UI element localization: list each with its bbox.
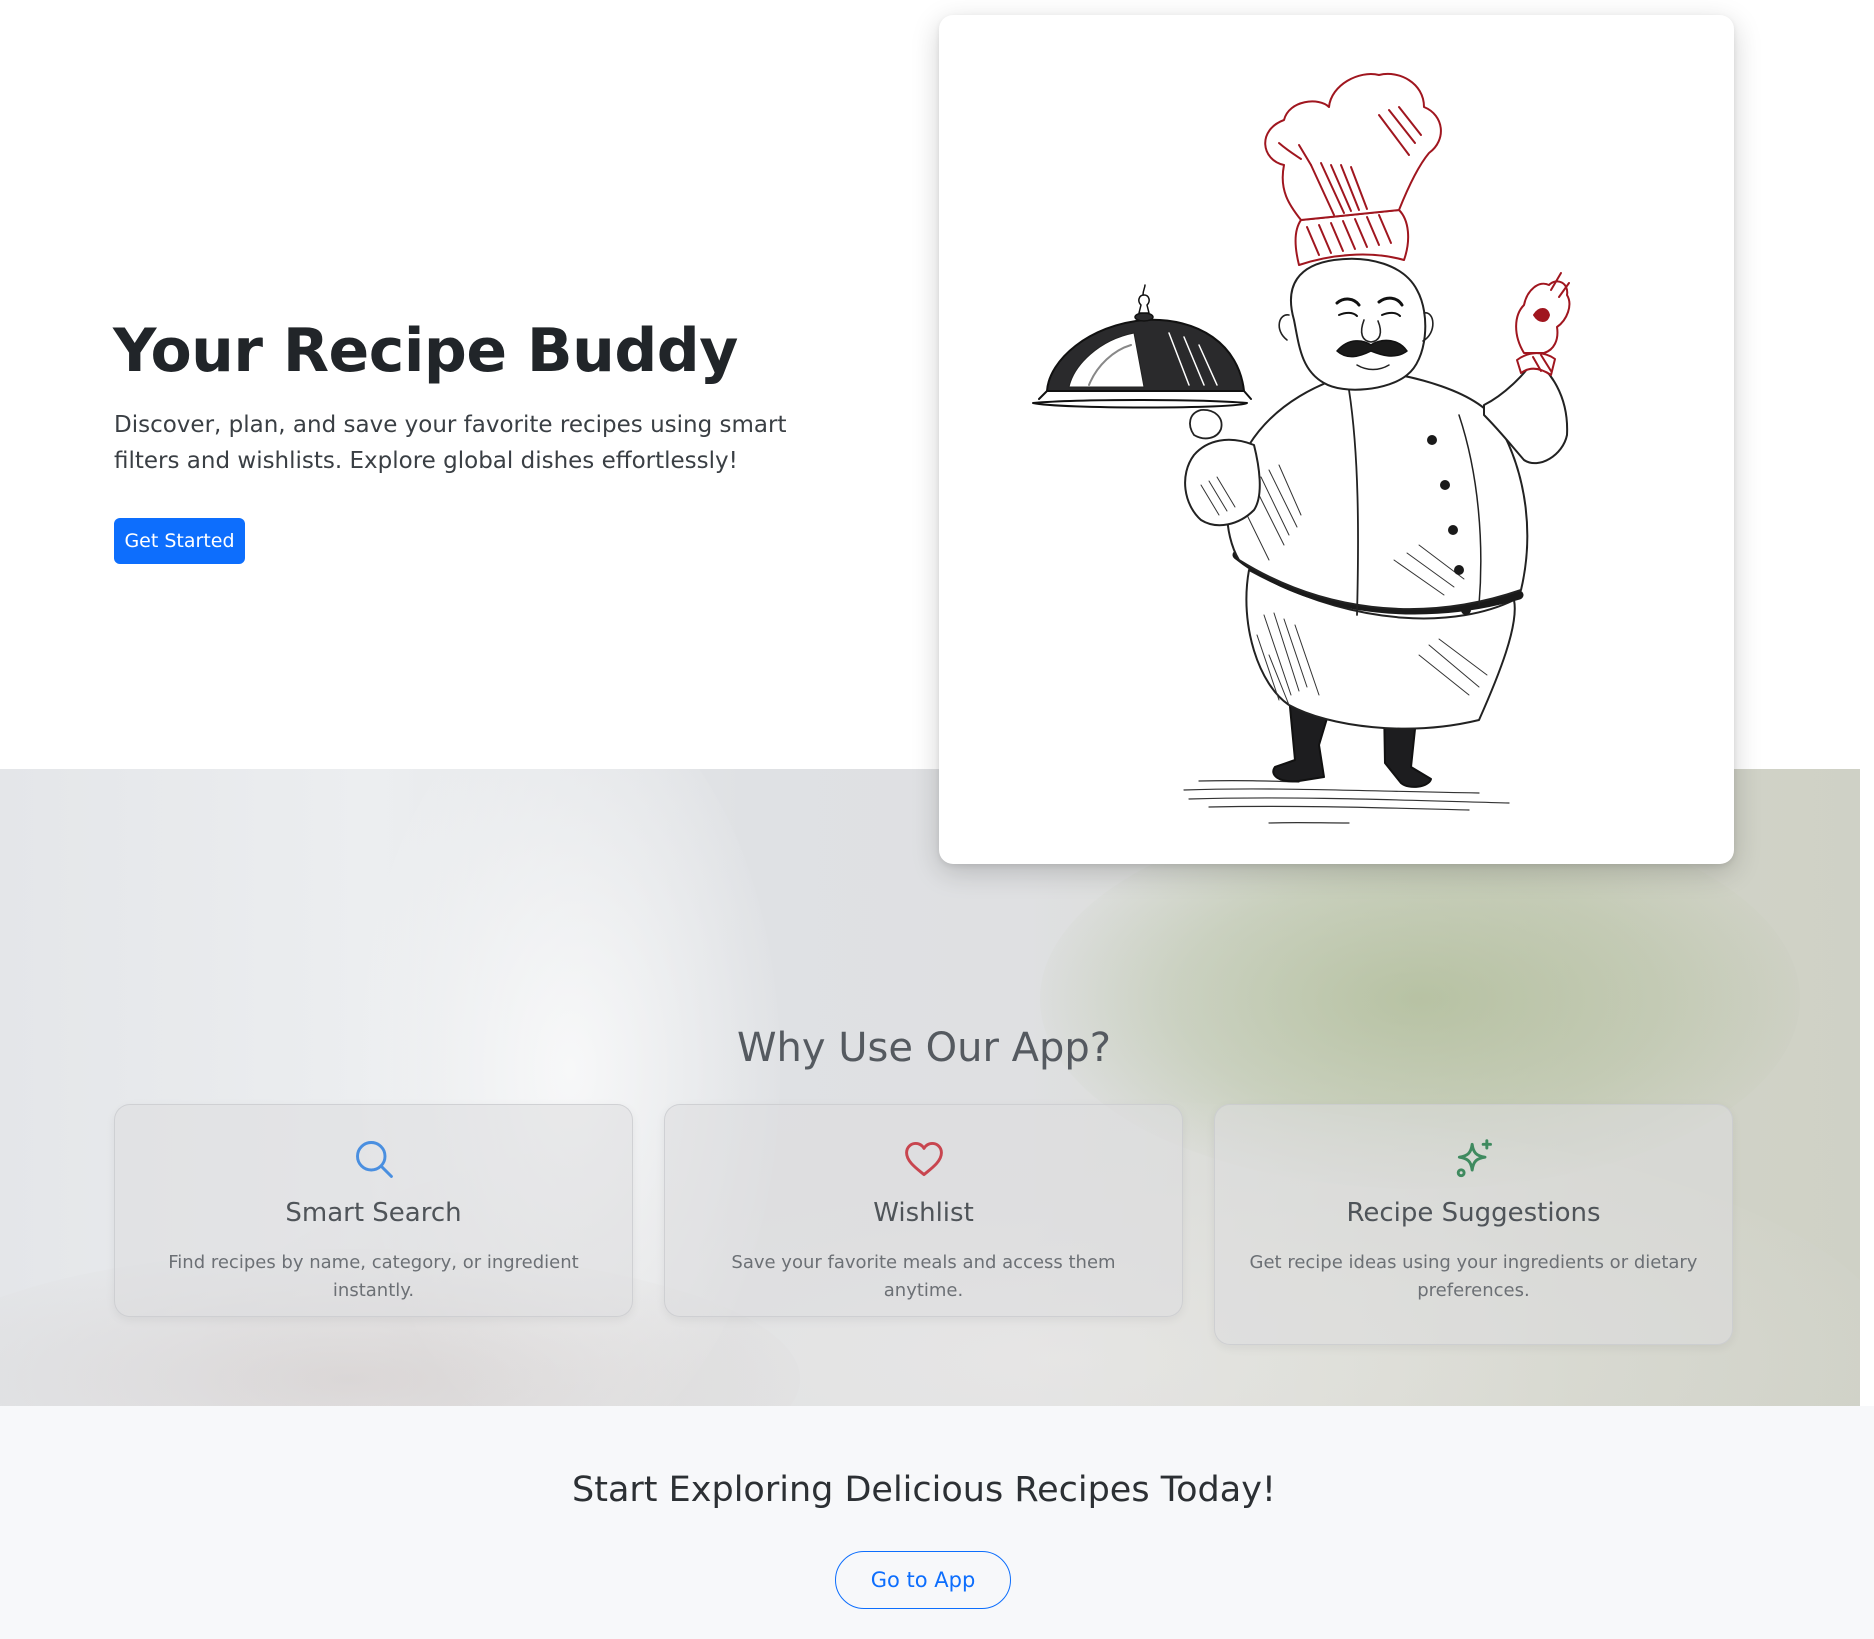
hero-title: Your Recipe Buddy xyxy=(113,316,738,386)
feature-description: Save your favorite meals and access them… xyxy=(731,1252,1116,1301)
feature-title: Wishlist xyxy=(873,1198,974,1228)
feature-card-wishlist: Wishlist Save your favorite meals and ac… xyxy=(664,1104,1183,1317)
chef-illustration xyxy=(1032,72,1571,824)
stars-icon xyxy=(1215,1137,1732,1181)
cta-heading: Start Exploring Delicious Recipes Today! xyxy=(572,1470,1276,1510)
get-started-button[interactable]: Get Started xyxy=(114,518,245,564)
go-to-app-button[interactable]: Go to App xyxy=(835,1551,1011,1609)
feature-title: Recipe Suggestions xyxy=(1346,1198,1601,1228)
feature-description: Get recipe ideas using your ingredients … xyxy=(1249,1252,1698,1301)
feature-card-smart-search: Smart Search Find recipes by name, categ… xyxy=(114,1104,633,1317)
feature-card-recipe-suggestions: Recipe Suggestions Get recipe ideas usin… xyxy=(1214,1104,1733,1345)
features-section: Why Use Our App? Smart Search Find recip… xyxy=(0,769,1860,1406)
search-icon xyxy=(115,1137,632,1181)
cta-section: Start Exploring Delicious Recipes Today!… xyxy=(0,1406,1874,1639)
feature-title: Smart Search xyxy=(285,1198,462,1228)
hero-description: Discover, plan, and save your favorite r… xyxy=(114,412,787,474)
feature-description: Find recipes by name, category, or ingre… xyxy=(168,1252,579,1301)
heart-icon xyxy=(665,1137,1182,1181)
chef-illustration-card xyxy=(939,15,1734,864)
features-heading: Why Use Our App? xyxy=(736,1025,1112,1071)
